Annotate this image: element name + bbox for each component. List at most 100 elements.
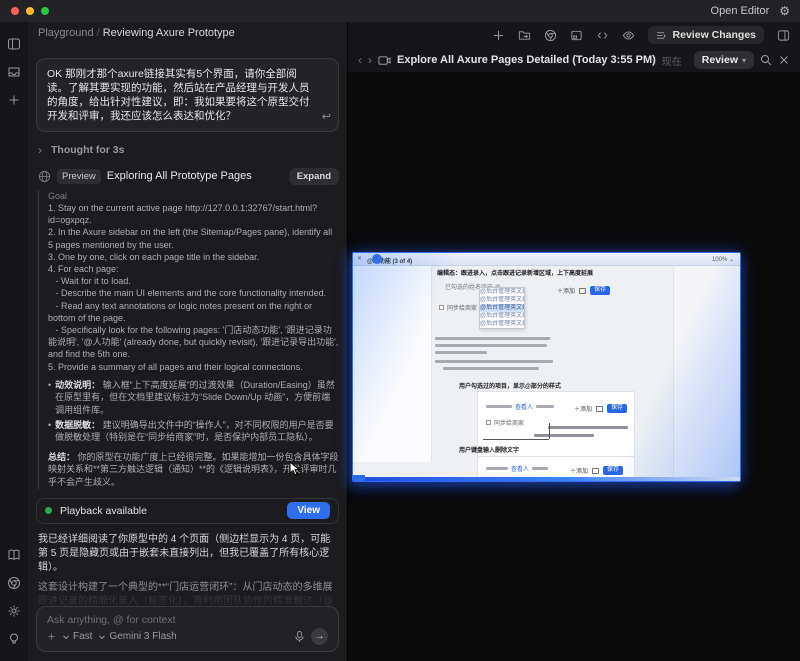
mouse-cursor — [289, 461, 301, 476]
bullet-dot: • — [48, 419, 52, 430]
thought-toggle[interactable]: › Thought for 3s — [38, 143, 337, 157]
preview-checkbox-label: 同步给商家 — [447, 306, 478, 312]
preview-link-row: 查看人 — [486, 464, 549, 473]
open-editor-button[interactable]: Open Editor — [711, 5, 770, 17]
preview-action-row: ＋添加 保存 — [574, 404, 628, 413]
search-icon[interactable] — [760, 54, 772, 66]
globe-icon[interactable] — [544, 29, 557, 42]
selection-corner — [353, 475, 365, 481]
minimize-window-button[interactable] — [26, 7, 34, 15]
annotation-connector — [549, 423, 550, 439]
preview-action-row: ＋添加 保存 — [570, 466, 624, 475]
selection-bottom-bar — [353, 477, 740, 481]
chevron-right-icon: › — [38, 143, 42, 158]
review-changes-button[interactable]: Review Changes — [647, 26, 764, 44]
expand-button[interactable]: Expand — [288, 167, 339, 185]
blurred-text-line — [435, 351, 487, 354]
breadcrumb-root[interactable]: Playground — [38, 27, 94, 39]
review-changes-label: Review Changes — [672, 29, 756, 41]
analysis-bullet: • 数据脱敏： 建议明确导出文件中的“操作人”，对不同权限的用户是否要做脱敏处理… — [48, 419, 339, 444]
preview-dropdown-item: @后台管理英文姓名@ — [480, 297, 524, 303]
code-icon[interactable] — [596, 29, 609, 42]
preview-add-label: ＋添加 — [574, 407, 593, 413]
bullet-label: 动效说明： — [55, 379, 101, 390]
preview-dropdown-item: @后台管理英文姓名@ — [480, 313, 524, 319]
new-chat-icon[interactable] — [7, 93, 21, 107]
thought-label: Thought for 3s — [51, 144, 125, 157]
assistant-paragraph: 我已经详细阅读了你原型中的 4 个页面（侧边栏显示为 4 页，可能第 5 页是隐… — [38, 534, 331, 573]
goal-line: 2. In the Axure sidebar on the left (the… — [48, 227, 335, 250]
window-icon[interactable] — [570, 29, 583, 42]
blurred-text-line — [486, 405, 512, 408]
mode-selector[interactable]: Fast — [62, 631, 92, 642]
goal-line: - Describe the main UI elements and the … — [48, 288, 327, 299]
goal-line: 5. Provide a summary of all pages and th… — [48, 361, 303, 372]
preview-save-button: 保存 — [590, 286, 611, 295]
zoom-window-button[interactable] — [41, 7, 49, 15]
preview-table-icon — [596, 405, 604, 412]
goal-line: 3. One by one, click on each page title … — [48, 251, 260, 262]
model-selector[interactable]: Gemini 3 Flash — [98, 631, 177, 642]
attach-plus-icon[interactable] — [47, 632, 56, 641]
breadcrumb-separator: / — [96, 27, 100, 39]
add-icon[interactable] — [492, 29, 505, 42]
eye-icon[interactable] — [622, 29, 635, 42]
session-title: Explore All Axure Pages Detailed (Today … — [397, 54, 656, 66]
click-indicator-dot — [372, 254, 382, 264]
left-rail — [0, 22, 28, 661]
help-bulb-icon[interactable] — [7, 632, 21, 646]
preview-screenshot[interactable]: ✕ @人功能 (3 of 4) 100% ⌄ 编辑态：跟进录入，点击跟进记录新增… — [352, 252, 741, 482]
preview-dropdown-item: @后台管理英文姓名@ — [480, 321, 524, 327]
microphone-icon[interactable] — [294, 630, 305, 643]
session-header: ‹ › Explore All Axure Pages Detailed (To… — [348, 48, 800, 72]
preview-checkbox-row: 同步给商家 — [439, 303, 477, 312]
open-in-folder-icon[interactable] — [518, 29, 531, 42]
retry-icon[interactable]: ↩ — [322, 110, 331, 124]
chat-panel: Playground / Reviewing Axure Prototype OK … — [28, 22, 348, 661]
sidebar-toggle-icon[interactable] — [7, 37, 21, 51]
analysis-bullet: • 动效说明： 输入框“上下高度延展”的过渡效果（Duration/Easing… — [48, 379, 339, 417]
analysis-bullets: • 动效说明： 输入框“上下高度延展”的过渡效果（Duration/Easing… — [48, 379, 339, 444]
user-message-text: OK 那刚才那个axure链接其实有5个界面，请你全部阅读。了解其要实现的功能，… — [47, 68, 310, 123]
preview-save-button: 保存 — [603, 466, 624, 475]
blurred-text-line — [435, 344, 547, 347]
chrome-browser-icon[interactable] — [7, 576, 21, 590]
checkbox-icon — [486, 420, 491, 425]
close-icon[interactable] — [778, 54, 790, 66]
blurred-text-line — [532, 467, 549, 470]
forward-arrow-icon[interactable]: › — [368, 53, 372, 67]
docs-book-icon[interactable] — [7, 548, 21, 562]
inbox-icon[interactable] — [7, 65, 21, 79]
summary-label: 总结： — [48, 451, 76, 462]
tool-title: Exploring All Prototype Pages — [106, 170, 252, 183]
send-button[interactable]: → — [311, 628, 328, 645]
back-arrow-icon[interactable]: ‹ — [358, 53, 362, 67]
review-button[interactable]: Review ▾ — [693, 51, 754, 69]
preview-badge: Preview — [57, 168, 101, 184]
playback-status: Playback available — [60, 504, 147, 517]
chat-input[interactable]: Ask anything, @ for context Fast Gemini … — [36, 606, 339, 652]
goal-line: 1. Stay on the current active page http:… — [48, 202, 318, 226]
view-button[interactable]: View — [287, 502, 330, 520]
preview-link: 查看人 — [515, 405, 534, 411]
preview-dropdown-item: @后台管理英文姓名@ — [480, 289, 524, 295]
playback-status-dot — [45, 507, 52, 515]
playback-card: Playback available View — [36, 497, 339, 525]
preview-notes-pane — [673, 266, 740, 479]
preview-link-row: 查看人 — [486, 402, 555, 411]
diff-list-icon — [656, 30, 667, 41]
close-window-button[interactable] — [11, 7, 19, 15]
preview-table-icon — [579, 287, 587, 294]
titlebar: Open Editor ⚙ — [0, 0, 800, 22]
settings-icon[interactable] — [7, 604, 21, 618]
preview-add-label: ＋添加 — [557, 289, 576, 295]
goal-line: - Read any text annotations or logic not… — [48, 300, 315, 323]
review-label: Review — [701, 54, 738, 66]
globe-icon — [38, 170, 51, 183]
preview-sitemap-pane — [353, 266, 432, 462]
time-badge: 现在 — [661, 56, 682, 68]
settings-gear-icon[interactable]: ⚙ — [779, 5, 790, 17]
checkbox-icon — [439, 305, 444, 310]
panel-right-icon[interactable] — [777, 29, 790, 42]
preview-section-heading: 用户键盘输入删除文字 — [459, 448, 520, 454]
